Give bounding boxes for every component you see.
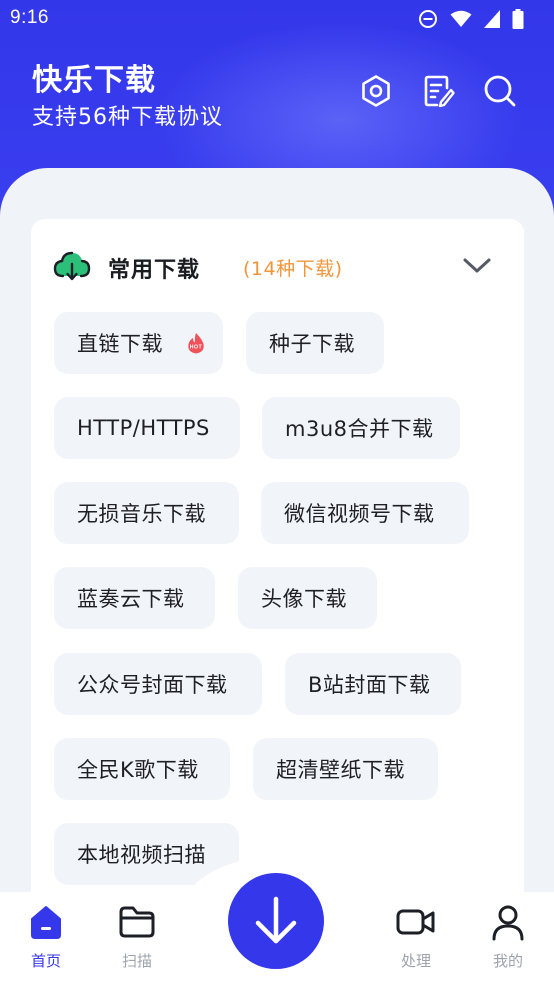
chip-label: 无损音乐下载 xyxy=(77,502,206,526)
chip-hd-wallpaper-download[interactable]: 超清壁纸下载 xyxy=(253,738,438,800)
nav-label-process: 处理 xyxy=(400,952,431,970)
nav-item-scan[interactable]: 扫描 xyxy=(101,900,173,980)
video-icon xyxy=(396,909,435,935)
app-subtitle: 支持56种下载协议 xyxy=(32,105,223,130)
chip-label: B站封面下载 xyxy=(308,673,431,697)
wifi-icon xyxy=(450,10,472,27)
download-count: (14种下载) xyxy=(243,258,343,280)
chip-http-https[interactable]: HTTP/HTTPS xyxy=(54,397,240,459)
chip-label: 公众号封面下载 xyxy=(77,673,228,697)
cloud-download-icon xyxy=(53,251,91,281)
download-arrow-icon xyxy=(255,896,297,944)
chip-label: 全民K歌下载 xyxy=(77,758,199,782)
status-bar: 9:16 xyxy=(0,0,554,38)
chip-avatar-download[interactable]: 头像下载 xyxy=(238,567,377,629)
download-fab-button[interactable] xyxy=(228,873,324,969)
chip-official-account-cover-download[interactable]: 公众号封面下载 xyxy=(54,653,262,715)
nav-label-scan: 扫描 xyxy=(121,952,152,970)
chip-torrent-download[interactable]: 种子下载 xyxy=(246,312,384,374)
nav-item-process[interactable]: 处理 xyxy=(380,900,452,980)
do-not-disturb-icon xyxy=(419,10,437,28)
chip-kge-download[interactable]: 全民K歌下载 xyxy=(54,738,230,800)
search-button[interactable] xyxy=(482,72,518,110)
header-actions xyxy=(358,72,518,110)
chip-label: 微信视频号下载 xyxy=(284,502,435,526)
nav-label-home: 首页 xyxy=(30,952,61,970)
nav-label-mine: 我的 xyxy=(492,952,523,970)
card-header[interactable]: 常用下载 (14种下载) xyxy=(31,219,524,309)
chip-m3u8-merge-download[interactable]: m3u8合并下载 xyxy=(262,397,460,459)
user-icon xyxy=(492,905,524,941)
status-icons xyxy=(418,8,524,30)
chip-label: 蓝奏云下载 xyxy=(77,587,185,611)
home-icon xyxy=(31,906,61,939)
chip-lanzou-cloud-download[interactable]: 蓝奏云下载 xyxy=(54,567,215,629)
chip-label: HTTP/HTTPS xyxy=(77,416,210,440)
chip-label: 超清壁纸下载 xyxy=(276,758,405,782)
chip-label: 种子下载 xyxy=(269,332,355,356)
chip-bilibili-cover-download[interactable]: B站封面下载 xyxy=(285,653,461,715)
chip-label: 直链下载 xyxy=(77,332,163,356)
edit-button[interactable] xyxy=(420,72,456,110)
app-title: 快乐下载 xyxy=(32,63,156,98)
nav-item-home[interactable]: 首页 xyxy=(10,900,82,980)
chip-wechat-channels-download[interactable]: 微信视频号下载 xyxy=(261,482,469,544)
edit-note-icon xyxy=(424,75,455,108)
folder-icon xyxy=(119,906,155,938)
chip-label: 本地视频扫描 xyxy=(77,843,206,867)
chip-lossless-music-download[interactable]: 无损音乐下载 xyxy=(54,482,239,544)
card-title: 常用下载 xyxy=(108,258,201,283)
hot-fire-icon: HOT xyxy=(188,333,204,354)
chip-direct-link-download[interactable]: 直链下载 HOT xyxy=(54,312,223,374)
chip-label: 头像下载 xyxy=(261,587,347,611)
settings-button[interactable] xyxy=(358,72,394,110)
chip-label: m3u8合并下载 xyxy=(285,417,434,441)
battery-icon xyxy=(512,9,524,29)
hot-badge-text: HOT xyxy=(190,345,203,351)
nav-item-mine[interactable]: 我的 xyxy=(472,900,544,980)
status-time: 9:16 xyxy=(10,7,49,28)
settings-icon xyxy=(362,75,390,107)
signal-icon xyxy=(484,10,500,28)
chevron-down-icon[interactable] xyxy=(461,251,493,279)
search-icon xyxy=(484,75,516,107)
